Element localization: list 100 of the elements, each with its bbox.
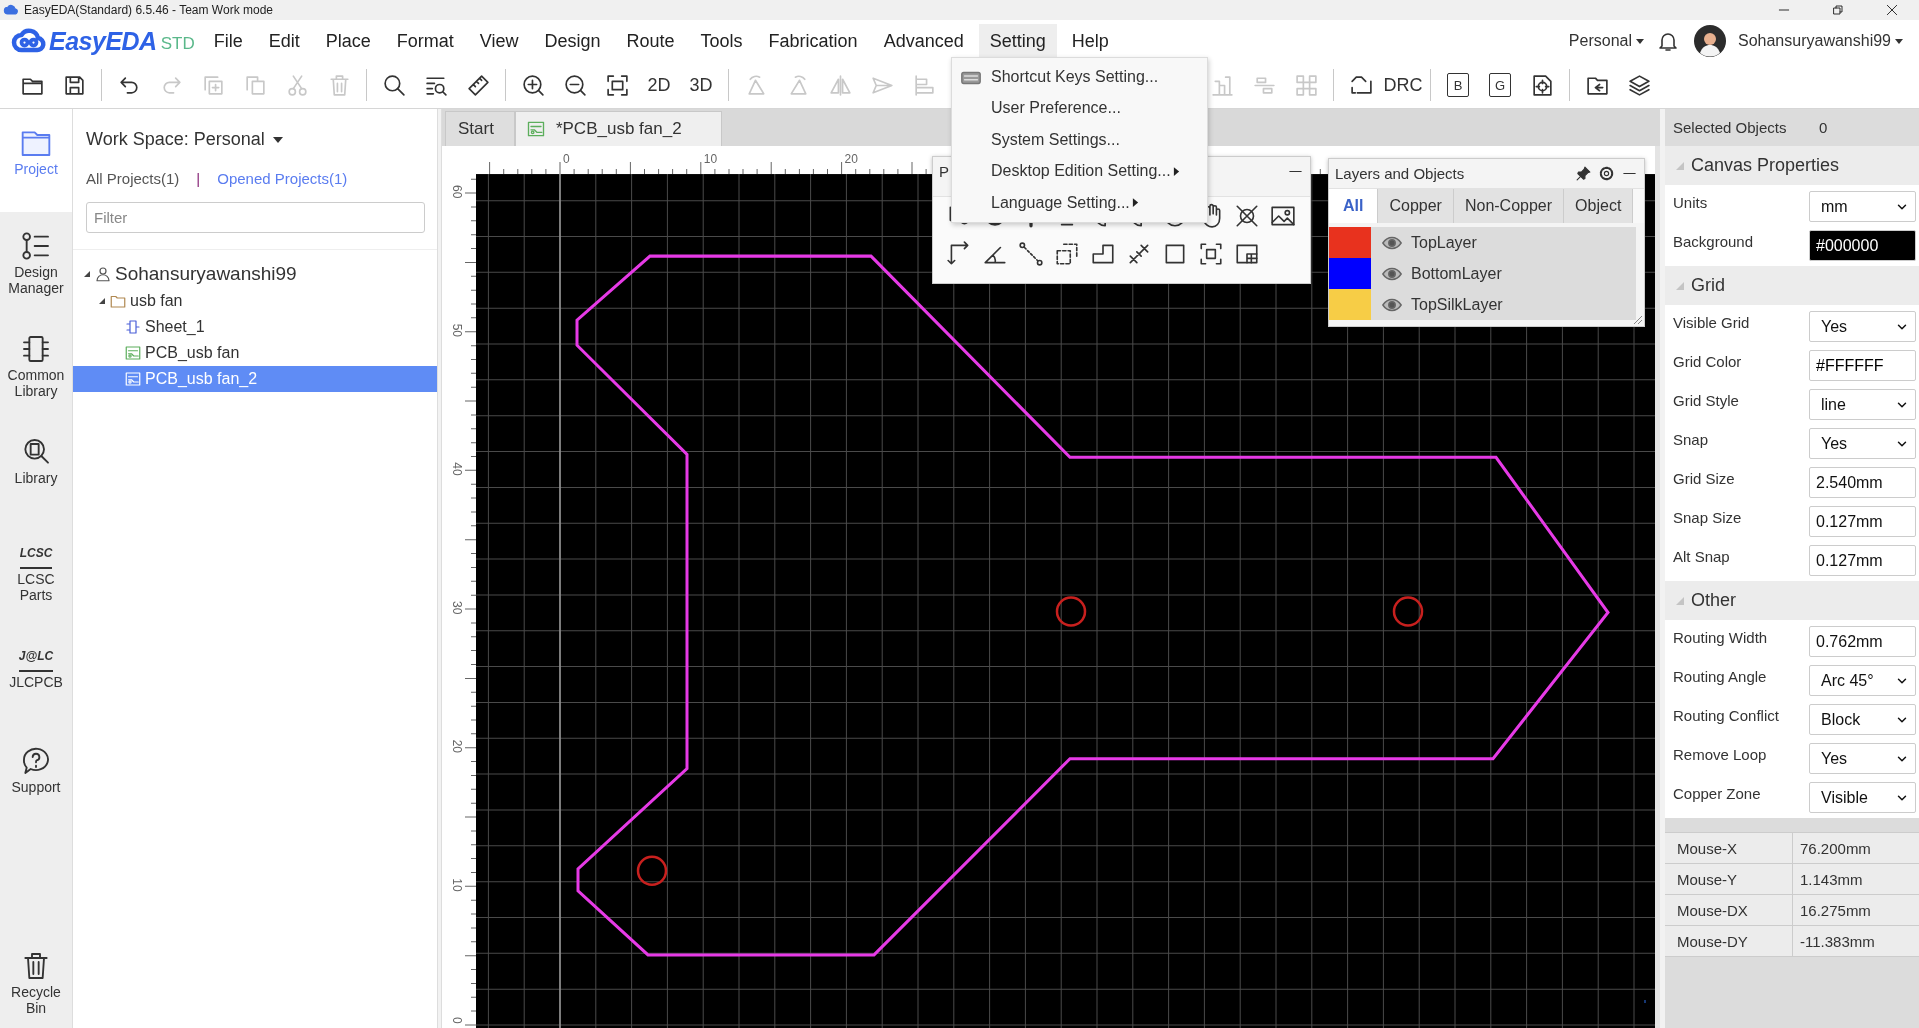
- property-label: Snap Size: [1673, 509, 1743, 526]
- tree-item[interactable]: Sheet_1: [73, 314, 437, 340]
- panel-tab[interactable]: Object: [1564, 189, 1634, 223]
- property-label: Visible Grid: [1673, 314, 1751, 331]
- dropdown[interactable]: Arc 45°: [1809, 665, 1916, 696]
- property-label: Grid Style: [1673, 392, 1740, 409]
- filter-field[interactable]: Filter: [86, 202, 425, 233]
- property-value: 0: [1819, 119, 1828, 136]
- ruler-label: 40: [450, 462, 464, 476]
- dropdown[interactable]: line: [1809, 389, 1916, 420]
- document-tab[interactable]: Start: [445, 111, 515, 146]
- view-link[interactable]: Opened Projects(1): [217, 169, 348, 187]
- user-menu[interactable]: Sohansuryawanshi99: [1738, 32, 1903, 50]
- menu-item[interactable]: Advanced: [872, 23, 975, 59]
- table-cell-text: 1.143mm: [1799, 869, 1863, 890]
- property-label: Units: [1673, 194, 1709, 211]
- dropdown[interactable]: Visible: [1809, 782, 1916, 813]
- menu-item[interactable]: Fabrication: [757, 23, 869, 59]
- menu-item[interactable]: Route: [615, 23, 686, 59]
- logo-text: EasyEDA: [49, 26, 157, 56]
- sidebar-item[interactable]: Design Manager: [0, 212, 72, 315]
- letter-button[interactable]: G: [1489, 73, 1511, 97]
- property-label: Alt Snap: [1673, 548, 1731, 565]
- menu-item[interactable]: Shortcut Keys Setting...: [952, 61, 1207, 93]
- layer-name[interactable]: BottomLayer: [1411, 264, 1502, 283]
- property-label: Selected Objects: [1673, 119, 1788, 136]
- table-cell-text: 16.275mm: [1799, 900, 1871, 921]
- toolbar-button[interactable]: DRC: [1382, 67, 1424, 103]
- panel-title: P: [939, 163, 949, 180]
- menu-item[interactable]: Desktop Edition Setting...: [952, 155, 1207, 187]
- table-cell: Mouse-DX: [1665, 895, 1793, 925]
- menu-item[interactable]: Help: [1060, 23, 1120, 59]
- sidebar-item[interactable]: Project: [0, 109, 72, 212]
- ruler-label: 60: [450, 185, 464, 199]
- sidebar-item[interactable]: Recycle Bin: [0, 932, 72, 1028]
- menu-item[interactable]: File: [202, 23, 254, 59]
- menu-item[interactable]: System Settings...: [952, 124, 1207, 156]
- edition-label: STD: [160, 34, 195, 54]
- menu-item[interactable]: View: [468, 23, 530, 59]
- section-title: Other: [1691, 590, 1737, 611]
- input-field[interactable]: 2.540mm: [1809, 467, 1916, 498]
- dropdown[interactable]: Yes: [1809, 428, 1916, 459]
- panel-tab[interactable]: Copper: [1378, 189, 1454, 223]
- workspace-dropdown[interactable]: Personal: [1568, 32, 1644, 50]
- menu-item[interactable]: Place: [314, 23, 382, 59]
- dropdown[interactable]: Block: [1809, 704, 1916, 735]
- tree-item[interactable]: Sohansuryawanshi99: [73, 260, 437, 288]
- table-cell: Mouse-X: [1665, 833, 1793, 863]
- workspace-dropdown[interactable]: Work Space: Personal: [86, 129, 283, 150]
- color-field[interactable]: #FFFFFF: [1809, 350, 1916, 381]
- menu-item[interactable]: Edit: [257, 23, 311, 59]
- toolbar-button[interactable]: 2D: [638, 67, 680, 103]
- sidebar-item[interactable]: Support: [0, 727, 72, 830]
- input-field[interactable]: 0.127mm: [1809, 545, 1916, 576]
- ruler-label: 20: [450, 739, 464, 754]
- section-title: Grid: [1691, 275, 1725, 296]
- ruler-label: 10: [450, 878, 464, 892]
- property-label: Snap: [1673, 431, 1710, 448]
- panel-tab[interactable]: All: [1329, 189, 1379, 223]
- dropdown[interactable]: mm: [1809, 191, 1916, 222]
- menu-item[interactable]: Language Setting...: [952, 187, 1207, 219]
- document-tab[interactable]: *PCB_usb fan_2: [514, 111, 722, 146]
- window-title: EasyEDA(Standard) 6.5.46 - Team Work mode: [24, 3, 273, 17]
- sidebar-item[interactable]: Library: [0, 418, 72, 521]
- ruler-label: 50: [450, 323, 464, 338]
- panel-tab[interactable]: Non-Copper: [1453, 189, 1565, 223]
- menu-item[interactable]: User Preference...: [952, 92, 1207, 124]
- letter-button[interactable]: B: [1447, 73, 1469, 97]
- menu-item[interactable]: Tools: [689, 23, 754, 59]
- section-title: Canvas Properties: [1691, 155, 1840, 176]
- property-label: Grid Size: [1673, 470, 1736, 487]
- property-label: Copper Zone: [1673, 785, 1762, 802]
- ruler-label: 0: [450, 1017, 464, 1024]
- table-cell: Mouse-Y: [1665, 864, 1793, 894]
- view-link[interactable]: All Projects(1): [86, 169, 180, 187]
- toolbar-button[interactable]: 3D: [680, 67, 722, 103]
- sidebar-item[interactable]: Common Library: [0, 315, 72, 418]
- input-field[interactable]: 0.127mm: [1809, 506, 1916, 537]
- tree-item[interactable]: PCB_usb fan: [73, 340, 437, 366]
- property-label: Routing Angle: [1673, 668, 1768, 685]
- dropdown[interactable]: Yes: [1809, 311, 1916, 342]
- menu-item[interactable]: Format: [385, 23, 465, 59]
- dropdown[interactable]: Yes: [1809, 743, 1916, 774]
- property-label: Remove Loop: [1673, 746, 1768, 763]
- ruler-label: 10: [703, 152, 718, 166]
- property-label: Background: [1673, 233, 1755, 250]
- separator-text: |: [196, 169, 201, 187]
- sidebar-item[interactable]: J@LC JLCPCB: [0, 624, 72, 727]
- menu-item[interactable]: Setting: [978, 23, 1057, 59]
- menu-item[interactable]: Design: [533, 23, 612, 59]
- ruler-label: 20: [844, 152, 858, 166]
- input-field[interactable]: 0.762mm: [1809, 626, 1916, 657]
- panel-title: Layers and Objects: [1335, 165, 1465, 182]
- table-cell: Mouse-DY: [1665, 926, 1793, 956]
- sidebar-item[interactable]: LCSC LCSC Parts: [0, 521, 72, 624]
- color-field[interactable]: #000000: [1809, 230, 1916, 261]
- tree-item[interactable]: usb fan: [73, 288, 437, 314]
- layer-name[interactable]: TopSilkLayer: [1411, 295, 1503, 314]
- layer-name[interactable]: TopLayer: [1411, 233, 1477, 252]
- table-cell-text: -11.383mm: [1799, 931, 1875, 952]
